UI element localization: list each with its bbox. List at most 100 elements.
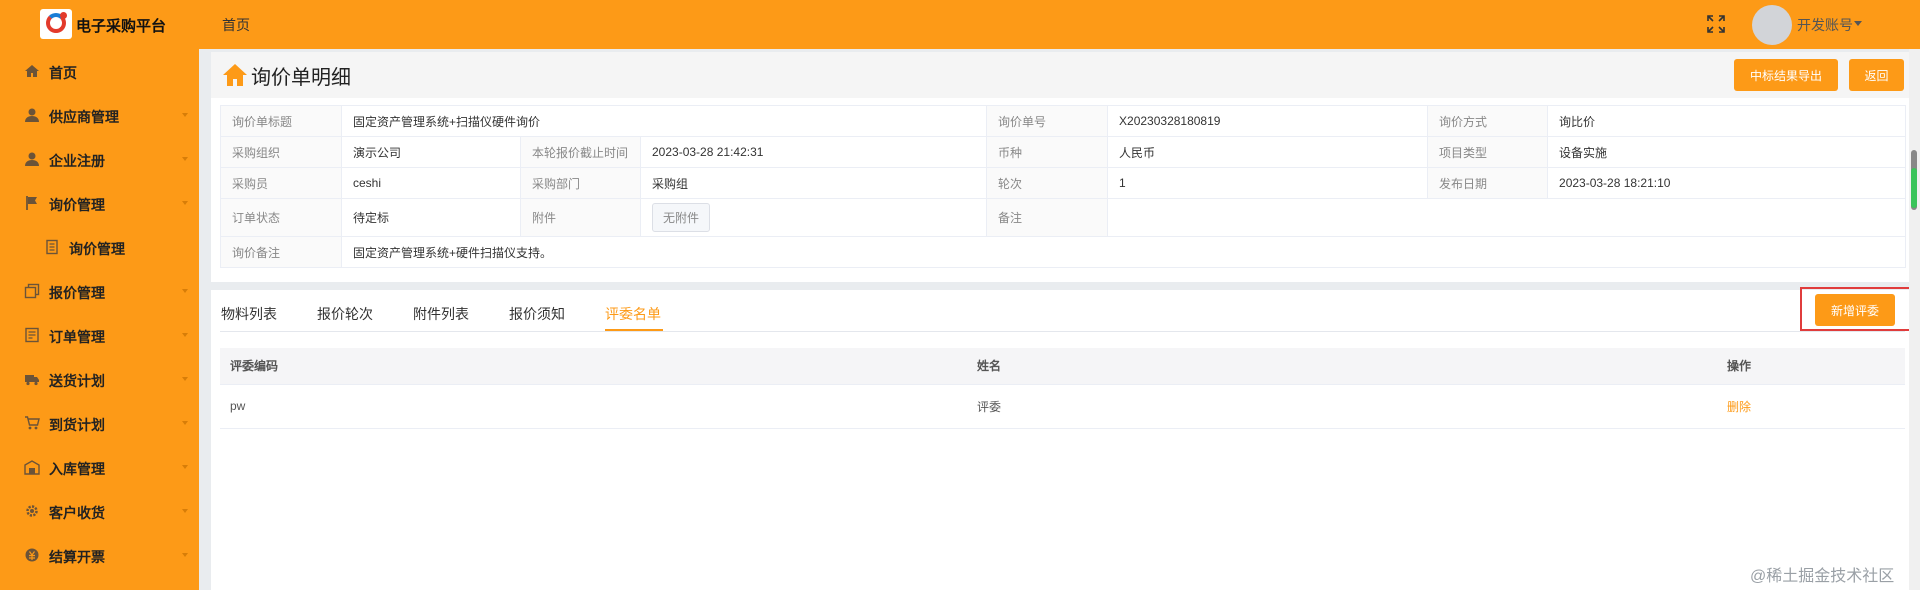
info-label: 发布日期 [1427, 167, 1549, 199]
chevron-down-icon [182, 465, 188, 469]
sidebar-item-home[interactable]: 首页 [0, 49, 199, 93]
column-header: 姓名 [967, 348, 1717, 385]
info-value-deadline: 2023-03-28 21:42:31 [639, 136, 988, 168]
tabs-divider [220, 331, 1905, 332]
warehouse-icon [24, 460, 40, 475]
chevron-down-icon [182, 421, 188, 425]
sidebar-item-label: 送货计划 [49, 373, 105, 389]
info-value-buyer: ceshi [341, 167, 521, 199]
info-value-title: 固定资产管理系统+扫描仪硬件询价 [340, 105, 988, 137]
chevron-down-icon [182, 113, 188, 117]
column-header: 操作 [1717, 348, 1905, 385]
sidebar-item-supplier[interactable]: 供应商管理 [0, 93, 199, 137]
sidebar-item-label: 询价管理 [69, 241, 125, 257]
chevron-down-icon [182, 289, 188, 293]
gear-icon [26, 505, 38, 517]
sidebar-item-label: 询价管理 [49, 197, 105, 213]
info-label: 轮次 [986, 167, 1109, 199]
info-label: 询价备注 [220, 236, 342, 268]
page-title: 询价单明细 [251, 67, 351, 89]
sidebar-item-inquiry[interactable]: 询价管理 [0, 181, 199, 225]
money-icon [25, 548, 39, 562]
cart-icon [25, 416, 40, 430]
judges-table: 评委编码 姓名 操作 pw 评委 删除 [220, 348, 1905, 429]
home-icon [223, 64, 247, 86]
page-scrollbar[interactable] [1909, 49, 1920, 590]
sidebar-item-label: 首页 [49, 65, 77, 81]
inquiry-info-table: 询价单标题 固定资产管理系统+扫描仪硬件询价 询价单号 X20230328180… [220, 105, 1907, 268]
sidebar-item-label: 订单管理 [49, 329, 105, 345]
app-title: 电子采购平台 [76, 18, 167, 35]
active-tab-indicator [605, 329, 663, 331]
export-result-button[interactable]: 中标结果导出 [1734, 59, 1838, 91]
chevron-down-icon [182, 157, 188, 161]
sidebar-item-label: 报价管理 [49, 285, 105, 301]
info-label: 订单状态 [220, 198, 342, 237]
user-icon [25, 152, 39, 166]
sidebar-item-label: 入库管理 [49, 461, 105, 477]
sidebar-item-settlement[interactable]: 结算开票 [0, 533, 199, 577]
info-value-attachment: 无附件 [639, 198, 988, 237]
caret-down-icon[interactable] [1854, 21, 1862, 26]
info-label: 询价方式 [1427, 105, 1549, 137]
info-value-currency: 人民币 [1107, 136, 1429, 168]
logo-dot [60, 12, 67, 19]
info-label: 采购员 [220, 167, 342, 199]
list-icon [25, 327, 39, 343]
top-bar: 电子采购平台 首页 开发账号 [0, 0, 1920, 49]
info-label: 询价单号 [986, 105, 1109, 137]
table-header-row: 评委编码 姓名 操作 [220, 348, 1905, 385]
judge-name: 评委 [967, 384, 1717, 429]
sidebar-item-quote[interactable]: 报价管理 [0, 269, 199, 313]
logo [40, 9, 72, 39]
sidebar-item-label: 供应商管理 [49, 109, 119, 125]
account-name[interactable]: 开发账号 [1797, 15, 1853, 35]
chevron-up-icon [182, 201, 188, 205]
info-value-inquiry-remark: 固定资产管理系统+硬件扫描仪支持。 [340, 236, 1907, 268]
action-cell: 删除 [1717, 384, 1905, 429]
info-label: 备注 [986, 198, 1109, 237]
info-label: 询价单标题 [220, 105, 342, 137]
sidebar: 首页 供应商管理 企业注册 询价管理 询价管理 报价管理 订单管理 送货计划 到… [0, 49, 199, 590]
tabs-panel: 物料列表 报价轮次 附件列表 报价须知 评委名单 新增评委 评委编码 姓名 操作… [211, 287, 1913, 590]
delete-link[interactable]: 删除 [1727, 400, 1751, 414]
sidebar-subitem-inquiry[interactable]: 询价管理 [0, 225, 199, 269]
sidebar-item-warehouse[interactable]: 入库管理 [0, 445, 199, 489]
tab-quote-rounds[interactable]: 报价轮次 [317, 304, 373, 324]
info-value-round: 1 [1107, 167, 1429, 199]
tab-judges[interactable]: 评委名单 [605, 304, 661, 324]
tab-quote-notice[interactable]: 报价须知 [509, 304, 565, 324]
home-icon [25, 65, 39, 77]
tab-attachments[interactable]: 附件列表 [413, 304, 469, 324]
no-attachment-button[interactable]: 无附件 [652, 203, 711, 232]
fullscreen-icon[interactable] [1706, 14, 1726, 34]
sidebar-item-arrival[interactable]: 到货计划 [0, 401, 199, 445]
column-header: 评委编码 [220, 348, 967, 385]
info-label: 采购部门 [520, 167, 641, 199]
info-label: 币种 [986, 136, 1109, 168]
copy-icon [24, 283, 40, 299]
watermark: @稀土掘金技术社区 [1750, 568, 1895, 585]
info-value-publish-date: 2023-03-28 18:21:10 [1547, 167, 1907, 199]
info-value-inquiry-no: X20230328180819 [1107, 105, 1429, 137]
scroll-indicator [1911, 168, 1917, 208]
sidebar-item-label: 企业注册 [49, 153, 105, 169]
chevron-down-icon [182, 509, 188, 513]
add-judge-button[interactable]: 新增评委 [1815, 294, 1895, 326]
sidebar-item-receipt[interactable]: 客户收货 [0, 489, 199, 533]
sidebar-item-register[interactable]: 企业注册 [0, 137, 199, 181]
back-button[interactable]: 返回 [1849, 59, 1904, 91]
inquiry-info-panel: 询价单标题 固定资产管理系统+扫描仪硬件询价 询价单号 X20230328180… [211, 98, 1909, 282]
sidebar-item-label: 结算开票 [49, 549, 105, 565]
sidebar-item-delivery[interactable]: 送货计划 [0, 357, 199, 401]
judge-code: pw [220, 384, 967, 429]
tab-materials[interactable]: 物料列表 [221, 304, 277, 324]
flag-icon [26, 196, 37, 210]
info-value-org: 演示公司 [341, 136, 521, 168]
table-row: pw 评委 删除 [220, 384, 1905, 429]
avatar[interactable] [1752, 5, 1792, 45]
top-home-link[interactable]: 首页 [222, 15, 250, 35]
user-icon [25, 108, 39, 122]
info-value-status: 待定标 [341, 198, 521, 237]
sidebar-item-order[interactable]: 订单管理 [0, 313, 199, 357]
